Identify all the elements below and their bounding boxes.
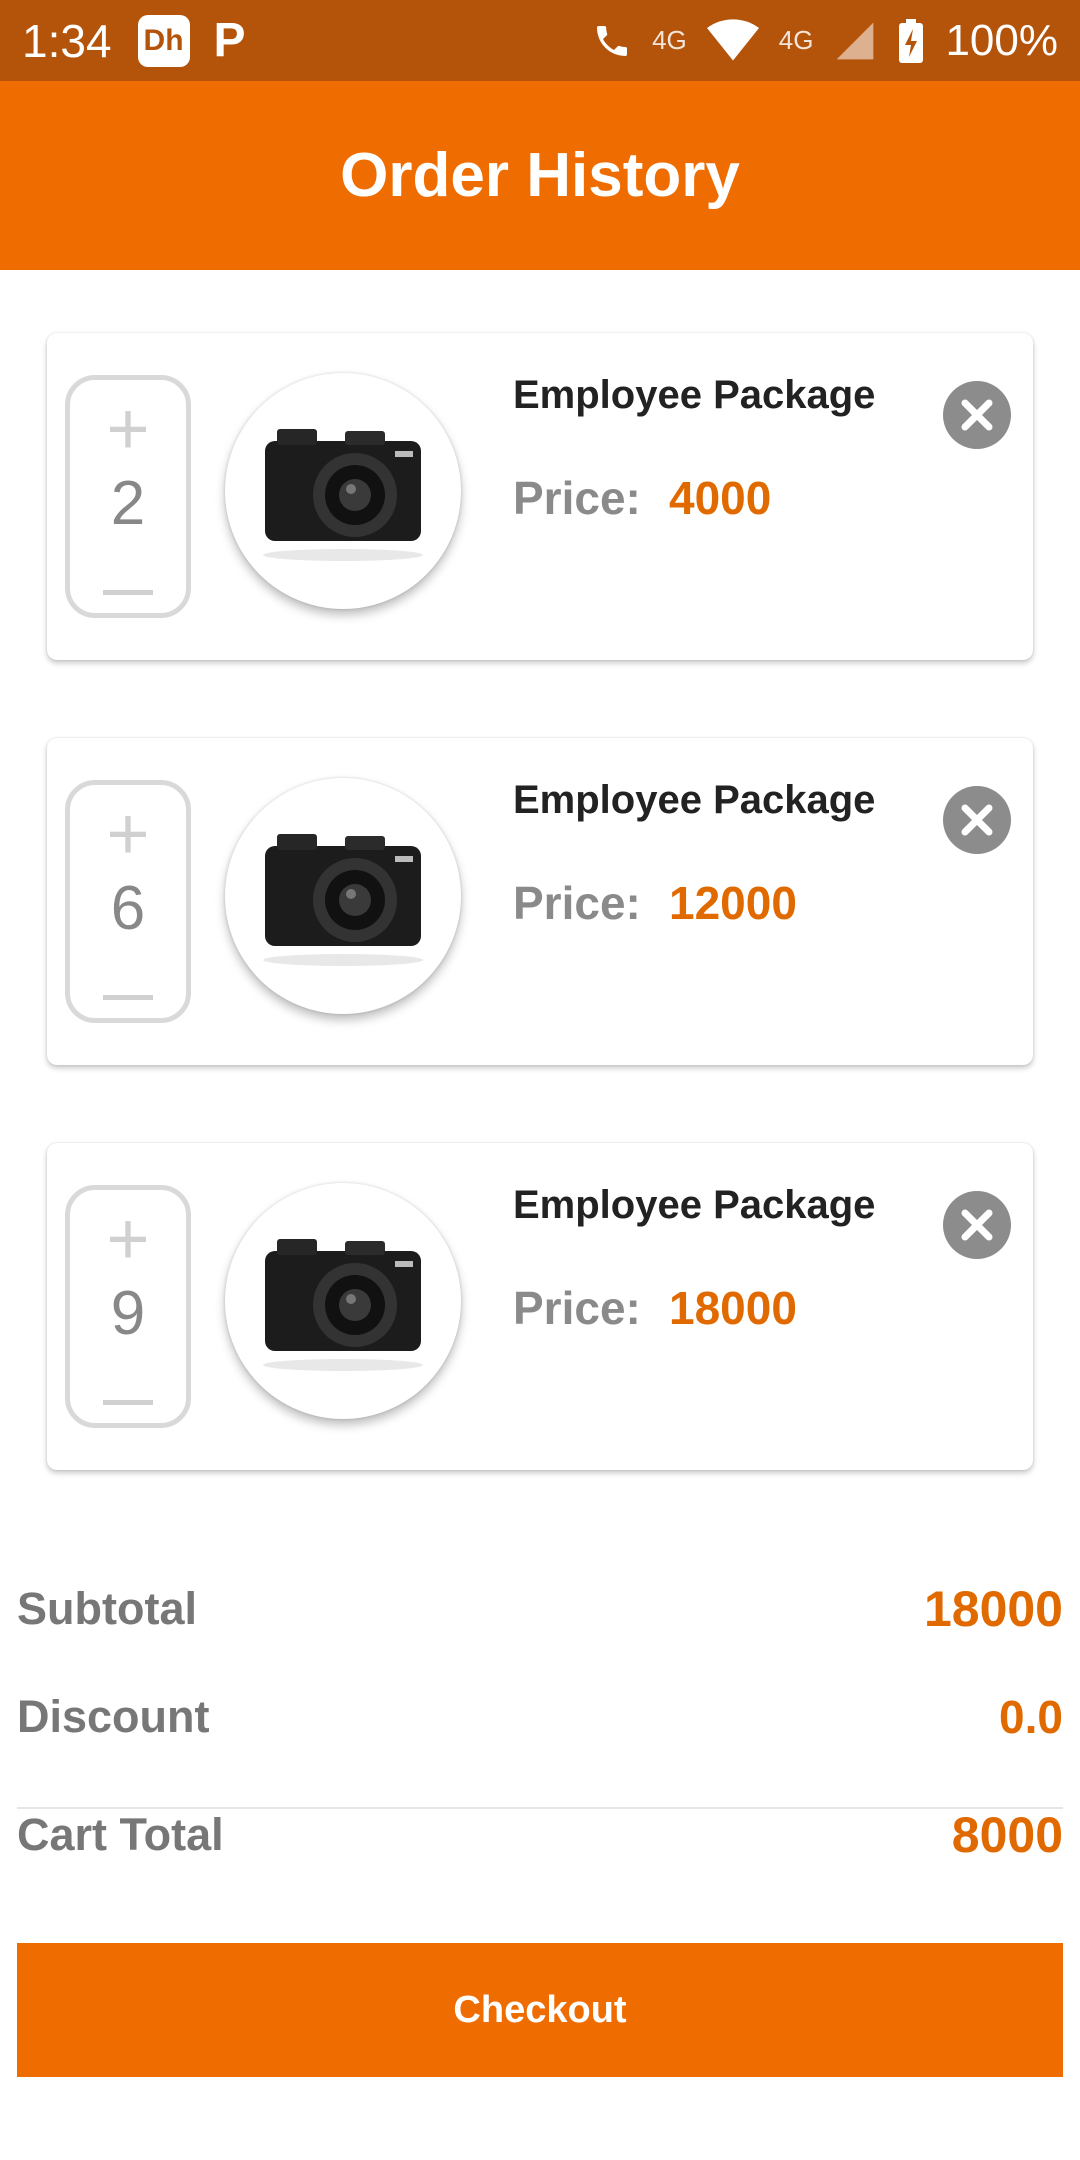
- order-item-card: + 2 Employee Package Price: 4000: [47, 333, 1033, 660]
- quantity-value: 9: [110, 1279, 146, 1348]
- price-value: 4000: [669, 472, 772, 524]
- price-label: Price:: [513, 472, 641, 524]
- signal-icon: [837, 22, 874, 59]
- quantity-stepper: + 6: [65, 780, 191, 1023]
- discount-label: Discount: [17, 1691, 210, 1742]
- order-item-card: + 6 Employee Package Price: 12000: [47, 738, 1033, 1065]
- network-label: 4G: [652, 25, 687, 55]
- close-icon: [961, 1209, 993, 1241]
- wifi-icon: [706, 18, 759, 60]
- order-item-card: + 9 Employee Package Price: 18000: [47, 1143, 1033, 1470]
- quantity-value: 2: [110, 469, 146, 538]
- price-label: Price:: [513, 877, 641, 929]
- product-image: [225, 373, 461, 609]
- status-bar: 1:34 Dh P 4G 4G 100%: [0, 0, 1080, 81]
- camera-icon: [263, 834, 423, 966]
- cart-total-label: Cart Total: [17, 1809, 224, 1860]
- increment-button[interactable]: +: [70, 392, 186, 466]
- page-title: Order History: [340, 141, 740, 210]
- item-title: Employee Package: [513, 778, 876, 822]
- subtotal-row: Subtotal 18000: [17, 1580, 1063, 1638]
- close-icon: [961, 399, 993, 431]
- network-label-2: 4G: [778, 25, 814, 55]
- camera-icon: [263, 1239, 423, 1371]
- increment-button[interactable]: +: [70, 1202, 186, 1276]
- quantity-stepper: + 2: [65, 375, 191, 618]
- status-icons: 4G 4G 100%: [592, 16, 1058, 66]
- remove-item-button[interactable]: [943, 381, 1011, 449]
- clock: 1:34: [22, 14, 112, 67]
- item-title: Employee Package: [513, 1183, 876, 1227]
- product-image: [225, 1183, 461, 1419]
- subtotal-label: Subtotal: [17, 1583, 197, 1634]
- discount-row: Discount 0.0: [17, 1690, 1063, 1744]
- decrement-button[interactable]: [70, 590, 186, 595]
- parking-icon: P: [213, 14, 246, 67]
- price-value: 18000: [669, 1282, 797, 1334]
- quantity-value: 6: [110, 874, 146, 943]
- app-badge-icon: Dh: [137, 14, 190, 67]
- app-bar: Order History: [0, 81, 1080, 270]
- close-icon: [961, 804, 993, 836]
- product-image: [225, 778, 461, 1014]
- discount-value: 0.0: [999, 1691, 1063, 1743]
- quantity-stepper: + 9: [65, 1185, 191, 1428]
- subtotal-value: 18000: [923, 1581, 1063, 1637]
- checkout-button[interactable]: Checkout: [17, 1943, 1063, 2077]
- cart-total-value: 8000: [951, 1807, 1063, 1863]
- item-title: Employee Package: [513, 373, 876, 417]
- decrement-button[interactable]: [70, 1400, 186, 1405]
- decrement-button[interactable]: [70, 995, 186, 1000]
- battery-icon: [899, 18, 924, 63]
- increment-button[interactable]: +: [70, 797, 186, 871]
- remove-item-button[interactable]: [943, 1191, 1011, 1259]
- price-label: Price:: [513, 1282, 641, 1334]
- battery-level: 100%: [945, 15, 1058, 65]
- call-icon: [597, 25, 628, 56]
- cart-total-row: Cart Total 8000: [17, 1806, 1063, 1864]
- remove-item-button[interactable]: [943, 786, 1011, 854]
- price-value: 12000: [669, 877, 797, 929]
- camera-icon: [263, 429, 423, 561]
